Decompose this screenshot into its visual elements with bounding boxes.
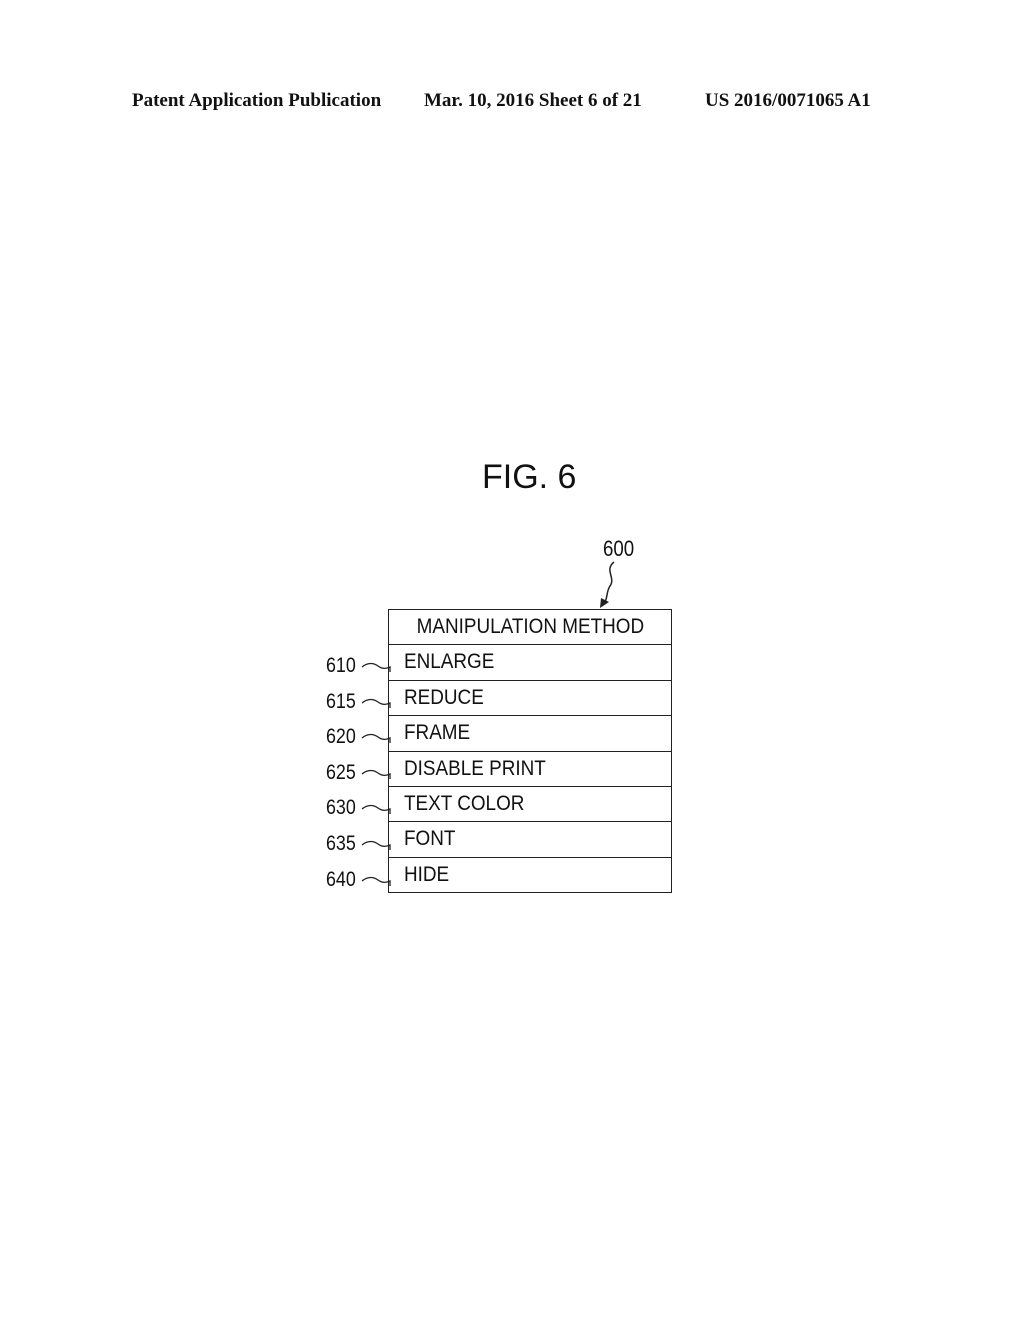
table-header: MANIPULATION METHOD	[416, 615, 644, 638]
row-label: FONT	[404, 827, 456, 851]
table-row: ENLARGE	[389, 644, 671, 679]
table-row: REDUCE	[389, 679, 671, 715]
leader-line-icon	[361, 840, 391, 850]
manipulation-method-table: MANIPULATION METHOD ENLARGE REDUCE FRAME…	[388, 609, 672, 894]
table-row: DISABLE PRINT	[389, 750, 671, 786]
leader-line-icon	[361, 805, 391, 815]
table-row: FONT	[389, 821, 671, 856]
table-row: TEXT COLOR	[389, 785, 671, 821]
leader-line-icon	[361, 876, 391, 886]
row-reference-numeral: 615	[326, 689, 356, 713]
leader-line-icon	[361, 662, 391, 672]
leader-line-icon	[361, 734, 391, 744]
row-reference-numeral: 630	[326, 796, 356, 820]
publication-number: US 2016/0071065 A1	[705, 90, 871, 111]
leader-line-icon	[361, 769, 391, 779]
reference-arrow-icon	[600, 561, 615, 608]
table-row: HIDE	[389, 856, 671, 892]
row-reference-numeral: 640	[326, 867, 356, 891]
row-reference-numeral: 625	[326, 760, 356, 784]
table-header-row: MANIPULATION METHOD	[389, 610, 671, 644]
table-row: FRAME	[389, 715, 671, 750]
table-reference-numeral: 600	[603, 536, 635, 561]
row-reference-numeral: 635	[326, 832, 356, 855]
row-reference-numeral: 610	[326, 654, 356, 677]
publication-date-sheet: Mar. 10, 2016 Sheet 6 of 21	[424, 90, 642, 111]
row-label: REDUCE	[404, 685, 484, 709]
row-label: TEXT COLOR	[404, 791, 525, 815]
row-label: DISABLE PRINT	[404, 756, 546, 780]
row-label: ENLARGE	[404, 650, 495, 674]
publication-type: Patent Application Publication	[132, 90, 382, 111]
leader-line-icon	[361, 698, 391, 708]
figure-title: FIG. 6	[482, 458, 577, 496]
row-reference-numeral: 620	[326, 725, 356, 749]
row-label: HIDE	[404, 862, 450, 886]
row-label: FRAME	[404, 721, 471, 745]
